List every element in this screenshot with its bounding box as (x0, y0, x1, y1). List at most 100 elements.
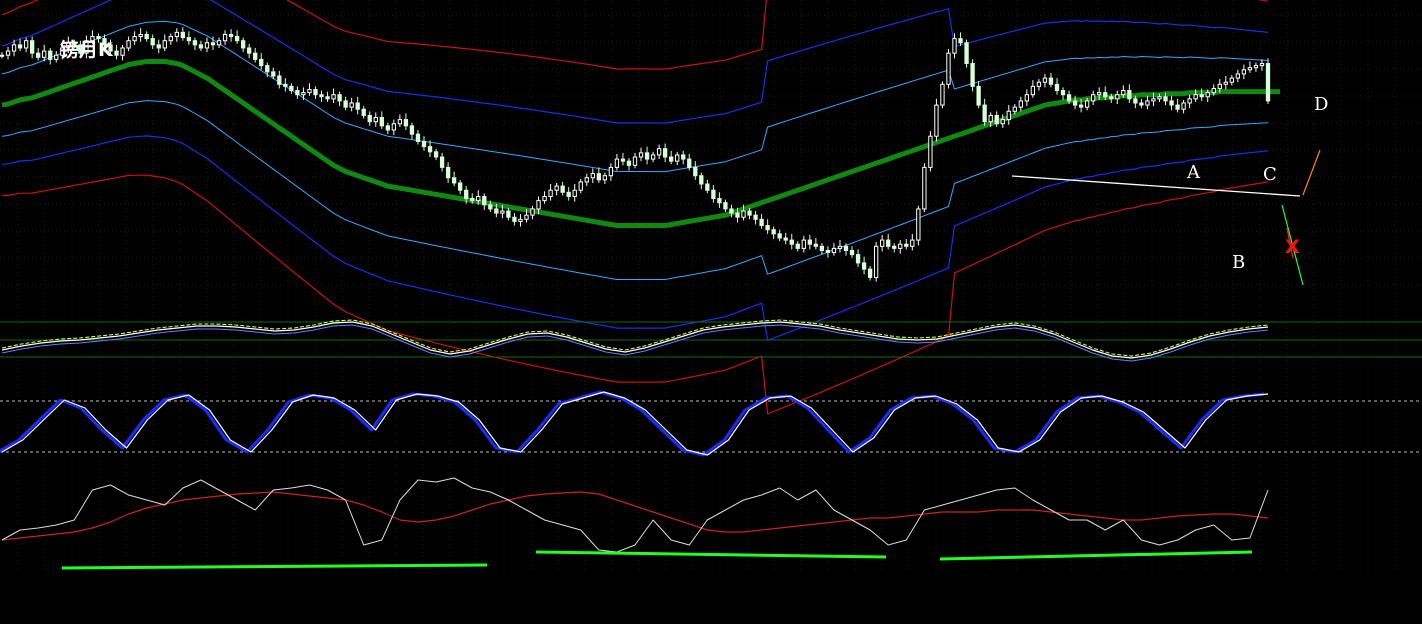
candle-body (476, 195, 481, 202)
candle-body (156, 44, 161, 49)
candle-body (1187, 98, 1192, 104)
candle-body (1072, 100, 1078, 106)
candle-body (439, 156, 445, 168)
candle-body (17, 44, 23, 49)
candle-body (355, 102, 360, 110)
candle-body (445, 166, 451, 179)
candle-body (777, 233, 782, 239)
candle-body (337, 94, 342, 102)
candle-body (843, 245, 849, 251)
candle-body (952, 38, 957, 54)
candle-body (934, 104, 939, 137)
candle-body (807, 239, 812, 245)
candle-body (132, 36, 137, 42)
candle-body (120, 47, 125, 56)
candle-body (403, 119, 409, 127)
candle-body (1139, 102, 1144, 106)
candle-body (1109, 96, 1114, 100)
candle-body (464, 189, 469, 200)
candle-body (976, 85, 981, 106)
candle-body (1205, 92, 1210, 98)
candle-body (765, 225, 770, 231)
candle-body (1217, 83, 1222, 89)
candle-body (1054, 83, 1060, 92)
candle-body (506, 210, 511, 218)
candle-body (1097, 92, 1102, 96)
candle-body (1103, 92, 1108, 98)
candle-body (54, 54, 59, 60)
candle-body (500, 210, 505, 214)
label-d: D (1314, 94, 1328, 115)
candle-body (1241, 69, 1247, 75)
candle-body (295, 90, 300, 96)
candle-body (1133, 98, 1138, 104)
candle-body (415, 133, 421, 142)
candle-body (1211, 87, 1216, 94)
candle-body (1121, 90, 1126, 96)
candle-body (247, 47, 252, 54)
candle-body (138, 33, 143, 38)
candle-body (114, 50, 119, 56)
candle-body (1066, 94, 1072, 102)
candle-body (1265, 63, 1271, 102)
candle-body (867, 268, 873, 278)
candle-body (753, 214, 758, 220)
candle-body (771, 229, 776, 235)
candle-body (162, 40, 167, 49)
candle-body (536, 200, 541, 210)
candle-body (801, 239, 806, 249)
candle-body (186, 37, 192, 42)
candle-body (783, 237, 788, 241)
candle-body (759, 218, 764, 227)
candle-body (982, 104, 987, 123)
candle-body (1127, 90, 1132, 100)
candle-body (662, 148, 668, 158)
candle-body (898, 243, 903, 249)
candle-body (1060, 90, 1066, 96)
candle-body (1259, 63, 1265, 67)
candle-body (1084, 100, 1090, 108)
candle-body (23, 40, 29, 49)
candle-body (5, 50, 11, 56)
candle-body (301, 92, 306, 96)
candle-body (150, 38, 155, 46)
candle-body (1091, 94, 1096, 102)
candle-body (391, 123, 397, 131)
candle-body (29, 40, 35, 54)
candle-body (1247, 67, 1253, 71)
candle-body (1024, 94, 1030, 102)
candle-body (1229, 77, 1234, 83)
candle-body (277, 75, 282, 85)
candle-body (1157, 96, 1162, 100)
candle-body (596, 173, 601, 181)
candle-body (379, 117, 384, 127)
candle-body (1006, 110, 1011, 121)
candle-body (855, 254, 861, 264)
candle-body (705, 183, 710, 191)
candle-body (367, 114, 372, 123)
candle-body (572, 189, 577, 197)
candle-body (1163, 96, 1168, 102)
candle-body (892, 245, 897, 249)
candle-body (741, 210, 746, 218)
candle-body (699, 175, 704, 185)
candle-body (789, 239, 794, 245)
candle-body (1030, 85, 1036, 96)
candle-body (590, 173, 595, 179)
candle-body (602, 175, 608, 181)
candle-body (343, 100, 348, 108)
candle-body (11, 44, 17, 52)
candle-body (880, 239, 885, 247)
candle-body (470, 198, 475, 202)
candle-body (427, 146, 433, 153)
candle-body (608, 166, 614, 177)
candle-body (42, 50, 47, 58)
candle-body (795, 243, 800, 249)
label-x: X (1285, 236, 1300, 258)
candle-body (518, 218, 523, 222)
candle-body (837, 245, 843, 249)
candle-body (222, 33, 228, 42)
candle-body (216, 40, 222, 46)
candle-body (1151, 98, 1156, 102)
candle-body (397, 119, 403, 125)
